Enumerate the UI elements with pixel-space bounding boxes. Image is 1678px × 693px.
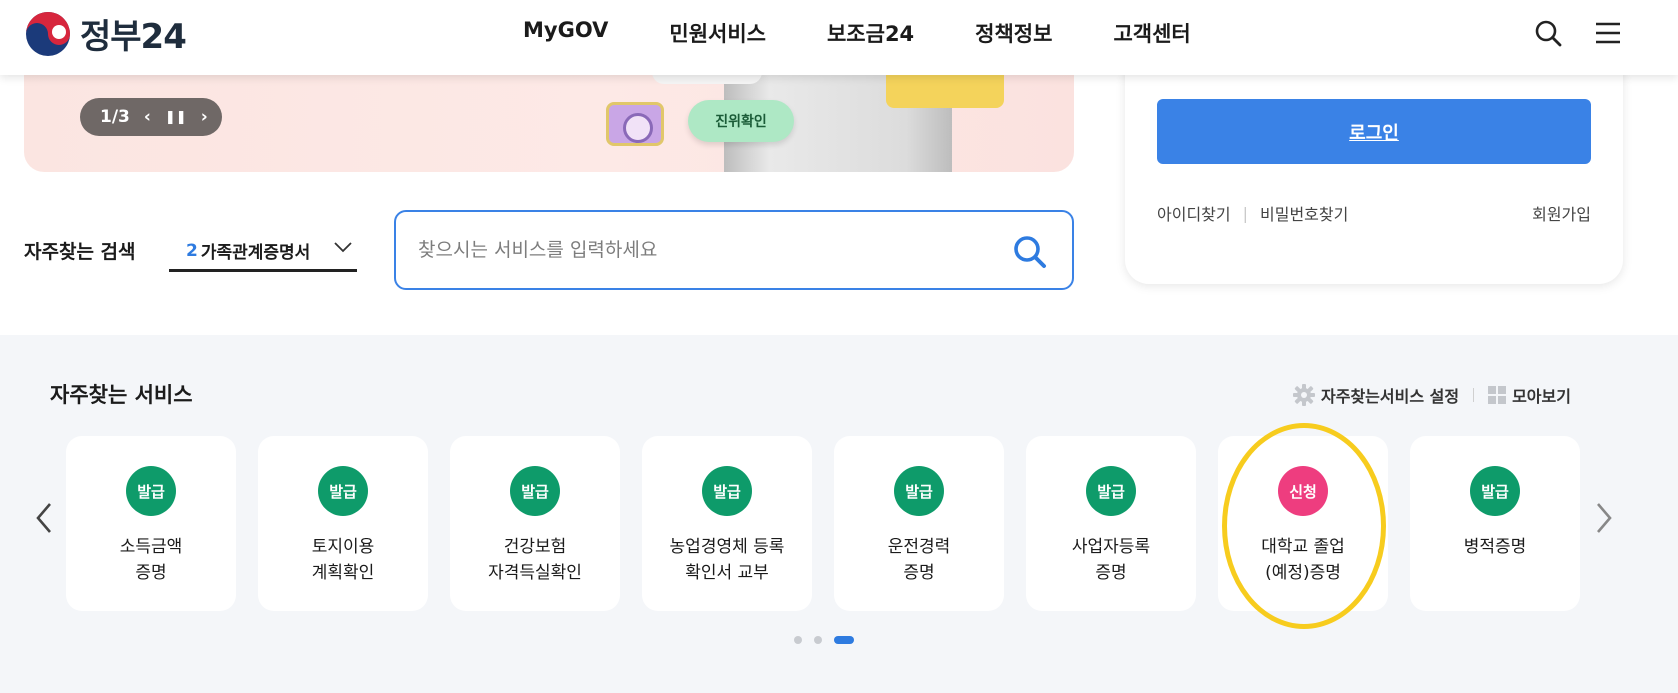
divider xyxy=(1473,388,1475,402)
logo[interactable]: 정부24 xyxy=(24,9,187,58)
services-toolbar: 자주찾는서비스 설정 모아보기 xyxy=(1293,383,1571,407)
hero-banner[interactable]: 진위확인 1/3 ‹ ❚❚ › xyxy=(24,60,1074,172)
services-settings-button[interactable]: 자주찾는서비스 설정 xyxy=(1293,383,1459,407)
search-icon[interactable] xyxy=(1533,18,1563,48)
search-term: 가족관계증명서 xyxy=(200,243,311,263)
nav-mygov[interactable]: MyGOV xyxy=(523,18,608,48)
frequent-search-label: 자주찾는 검색 xyxy=(24,241,136,263)
pagination-dot-3-active[interactable] xyxy=(834,636,854,644)
carousel-pagination xyxy=(794,636,854,644)
login-button[interactable]: 로그인 xyxy=(1157,99,1591,164)
service-card-farm-registration[interactable]: 발급 농업경영체 등록 확인서 교부 xyxy=(642,436,812,611)
issue-badge: 발급 xyxy=(702,466,752,516)
divider: | xyxy=(1242,203,1248,223)
find-id-link[interactable]: 아이디찾기 xyxy=(1157,201,1231,225)
issue-badge: 발급 xyxy=(510,466,560,516)
service-card-label: 소득금액 증명 xyxy=(119,537,183,583)
service-card-label: 토지이용 계획확인 xyxy=(311,537,375,583)
service-card-label: 사업자등록 증명 xyxy=(1071,537,1151,583)
search-box xyxy=(394,210,1074,290)
login-links: 아이디찾기 | 비밀번호찾기 회원가입 xyxy=(1157,201,1591,225)
search-rank: 2 xyxy=(186,240,198,261)
pagination-dot-1[interactable] xyxy=(794,636,802,644)
banner-page-indicator: 1/3 xyxy=(100,107,130,127)
nav-subsidy24[interactable]: 보조금24 xyxy=(827,18,914,48)
service-card-label: 대학교 졸업 (예정)증명 xyxy=(1261,537,1345,583)
service-card-business-registration[interactable]: 발급 사업자등록 증명 xyxy=(1026,436,1196,611)
apply-badge: 신청 xyxy=(1278,466,1328,516)
issue-badge: 발급 xyxy=(894,466,944,516)
service-card-health-insurance[interactable]: 발급 건강보험 자격득실확인 xyxy=(450,436,620,611)
frequent-services-section: 자주찾는 서비스 자주찾는서비스 설정 모아보기 발급 소득금액 증명 발급 토… xyxy=(0,335,1678,693)
issue-badge: 발급 xyxy=(126,466,176,516)
site-header: 정부24 MyGOV 민원서비스 보조금24 정책정보 고객센터 xyxy=(0,0,1678,75)
nav-policy-info[interactable]: 정책정보 xyxy=(975,18,1052,48)
nav-customer-center[interactable]: 고객센터 xyxy=(1113,18,1190,48)
camera-icon xyxy=(606,102,664,146)
logo-text: 정부24 xyxy=(80,17,187,57)
chevron-left-icon[interactable] xyxy=(30,498,58,538)
banner-chip: 진위확인 xyxy=(688,100,794,142)
services-settings-label: 자주찾는서비스 설정 xyxy=(1321,387,1460,406)
find-password-link[interactable]: 비밀번호찾기 xyxy=(1260,201,1348,225)
search-input[interactable] xyxy=(418,229,978,271)
chevron-right-icon[interactable]: › xyxy=(201,107,208,127)
issue-badge: 발급 xyxy=(1470,466,1520,516)
service-card-income-certificate[interactable]: 발급 소득금액 증명 xyxy=(66,436,236,611)
issue-badge: 발급 xyxy=(1086,466,1136,516)
view-all-label: 모아보기 xyxy=(1512,387,1571,406)
chevron-down-icon xyxy=(334,242,352,253)
service-card-label: 병적증명 xyxy=(1463,537,1527,557)
service-card-land-use-plan[interactable]: 발급 토지이용 계획확인 xyxy=(258,436,428,611)
view-all-button[interactable]: 모아보기 xyxy=(1488,383,1571,407)
service-card-label: 운전경력 증명 xyxy=(887,537,951,583)
service-card-university-graduation[interactable]: 신청 대학교 졸업 (예정)증명 xyxy=(1218,436,1388,611)
search-submit-icon[interactable] xyxy=(1012,234,1048,270)
section-title: 자주찾는 서비스 xyxy=(50,383,193,407)
service-card-driving-record[interactable]: 발급 운전경력 증명 xyxy=(834,436,1004,611)
service-card-label: 건강보험 자격득실확인 xyxy=(488,537,582,583)
service-card-label: 농업경영체 등록 확인서 교부 xyxy=(669,537,785,583)
banner-controls: 1/3 ‹ ❚❚ › xyxy=(80,98,222,136)
pagination-dot-2[interactable] xyxy=(814,636,822,644)
issue-badge: 발급 xyxy=(318,466,368,516)
service-card-list: 발급 소득금액 증명 발급 토지이용 계획확인 발급 건강보험 자격득실확인 발… xyxy=(66,436,1580,611)
chevron-left-icon[interactable]: ‹ xyxy=(144,107,151,127)
login-card: 로그인 아이디찾기 | 비밀번호찾기 회원가입 xyxy=(1125,40,1623,284)
grid-icon xyxy=(1488,386,1507,404)
nav-civil-services[interactable]: 민원서비스 xyxy=(669,18,766,48)
taegeuk-logo-icon xyxy=(26,11,70,56)
hamburger-menu-icon[interactable] xyxy=(1593,18,1623,48)
chevron-right-icon[interactable] xyxy=(1590,498,1618,538)
signup-link[interactable]: 회원가입 xyxy=(1532,201,1591,225)
main-nav: MyGOV 민원서비스 보조금24 정책정보 고객센터 xyxy=(523,18,1191,48)
frequent-search-select[interactable]: 2 가족관계증명서 xyxy=(169,232,357,272)
gear-icon xyxy=(1293,384,1315,406)
service-card-military-record[interactable]: 발급 병적증명 xyxy=(1410,436,1580,611)
pause-icon[interactable]: ❚❚ xyxy=(165,110,187,125)
